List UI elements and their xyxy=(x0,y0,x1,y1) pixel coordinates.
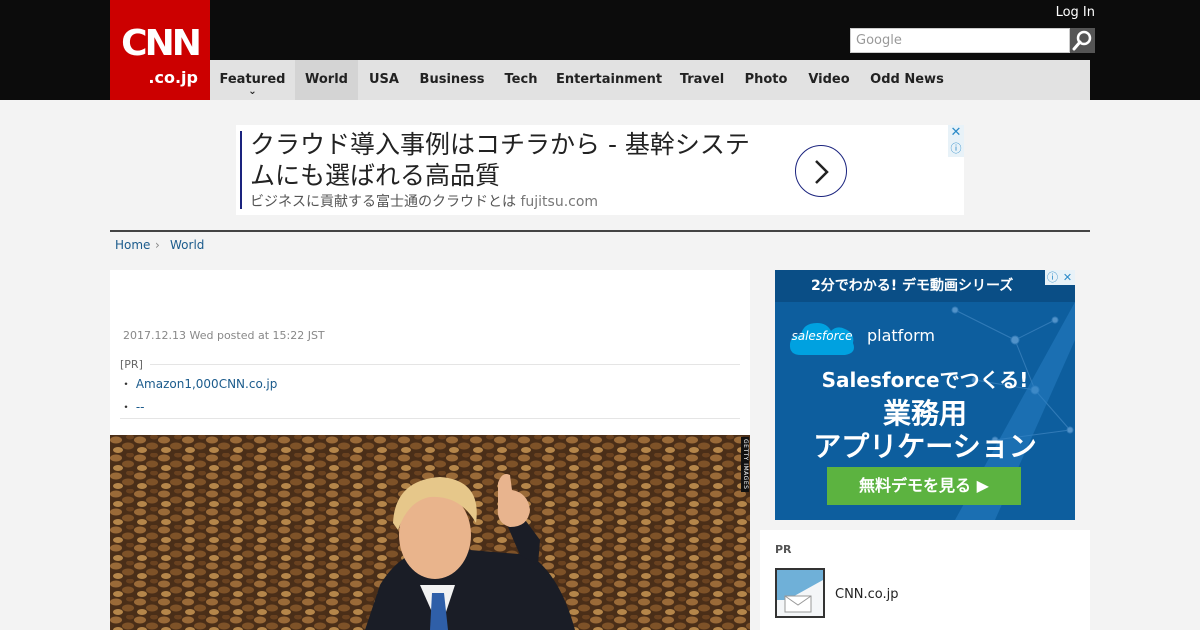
logo-main-text: CNN xyxy=(121,23,202,64)
ad-subtext: ビジネスに貢献する富士通のクラウドとは fujitsu.com xyxy=(250,191,598,211)
chevron-down-icon: ⌄ xyxy=(248,86,257,97)
pr-box-link[interactable]: CNN.co.jp xyxy=(835,587,899,602)
close-icon[interactable]: ✕ xyxy=(1060,270,1075,285)
main-nav: Featured ⌄ World USA Business Tech Enter… xyxy=(210,60,1090,100)
photo-credit: GETTY IMAGES xyxy=(741,437,749,492)
breadcrumb-separator: › xyxy=(155,238,160,252)
pr-thumbnail[interactable] xyxy=(775,568,825,618)
ad-choices: ⓘ ✕ xyxy=(1045,270,1075,285)
close-icon[interactable]: ✕ xyxy=(948,125,964,141)
nav-item-travel[interactable]: Travel xyxy=(670,60,734,100)
pr-divider xyxy=(120,418,740,419)
pr-box: PR CNN.co.jp xyxy=(760,530,1090,630)
breadcrumb-world[interactable]: World xyxy=(170,238,204,252)
posted-timestamp: 2017.12.13 Wed posted at 15:22 JST xyxy=(123,329,325,342)
side-ad-top-text: 2分でわかる! デモ動画シリーズ xyxy=(775,270,1075,302)
photo-illustration xyxy=(110,435,750,630)
side-ad-cta-button[interactable]: 無料デモを見る ▶ xyxy=(827,467,1021,505)
side-ad-line1: Salesforceでつくる! xyxy=(821,368,1029,392)
pr-divider xyxy=(150,364,740,365)
nav-item-usa[interactable]: USA xyxy=(358,60,410,100)
pr-link-item: ・ Amazon1,000CNN.co.jp xyxy=(120,375,277,392)
chevron-right-icon xyxy=(815,160,829,184)
pr-link-item: ・ -- xyxy=(120,398,145,415)
cnn-logo[interactable]: CNN .co.jp xyxy=(110,0,210,100)
info-icon[interactable]: ⓘ xyxy=(948,141,964,157)
nav-item-label: Featured xyxy=(219,72,286,87)
info-icon[interactable]: ⓘ xyxy=(1045,270,1060,285)
envelope-icon xyxy=(777,570,823,616)
nav-item-featured[interactable]: Featured ⌄ xyxy=(210,60,295,100)
breadcrumb-home[interactable]: Home xyxy=(115,238,150,252)
pr-link[interactable]: -- xyxy=(136,400,145,414)
nav-item-odd-news[interactable]: Odd News xyxy=(860,60,954,100)
nav-item-video[interactable]: Video xyxy=(798,60,860,100)
side-ad-platform: platform xyxy=(867,326,935,345)
login-link[interactable]: Log In xyxy=(1040,5,1095,20)
ad-accent-bar xyxy=(240,131,242,209)
nav-item-business[interactable]: Business xyxy=(410,60,494,100)
ad-domain: fujitsu.com xyxy=(520,194,599,210)
search-button[interactable] xyxy=(1070,28,1095,53)
article-header-card: 2017.12.13 Wed posted at 15:22 JST [PR] … xyxy=(110,270,750,435)
nav-item-entertainment[interactable]: Entertainment xyxy=(548,60,670,100)
pr-box-label: PR xyxy=(775,543,792,556)
side-ad-line3: アプリケーション xyxy=(813,430,1037,463)
nav-item-world[interactable]: World xyxy=(295,60,358,100)
search-input[interactable] xyxy=(850,28,1070,53)
side-ad-brand: salesforce xyxy=(791,329,853,343)
pr-link[interactable]: Amazon1,000CNN.co.jp xyxy=(136,377,278,391)
search-icon xyxy=(1072,30,1092,51)
article-photo[interactable] xyxy=(110,435,750,630)
sidebar-ad[interactable]: 2分でわかる! デモ動画シリーズ salesforce platform Sal… xyxy=(775,270,1075,520)
ad-sub-text: ビジネスに貢献する富士通のクラウドとは xyxy=(250,194,516,210)
pr-label: [PR] xyxy=(120,358,143,371)
top-banner-ad[interactable]: クラウド導入事例はコチラから - 基幹システムにも選ばれる高品質 ビジネスに貢献… xyxy=(236,125,964,215)
nav-item-tech[interactable]: Tech xyxy=(494,60,548,100)
ad-arrow-button[interactable] xyxy=(795,145,847,197)
section-divider xyxy=(110,230,1090,232)
pr-bullet: ・ xyxy=(120,400,133,414)
logo-sub-text: .co.jp xyxy=(148,68,198,87)
nav-item-photo[interactable]: Photo xyxy=(734,60,798,100)
ad-headline[interactable]: クラウド導入事例はコチラから - 基幹システムにも選ばれる高品質 xyxy=(250,129,770,191)
pr-bullet: ・ xyxy=(120,377,133,391)
